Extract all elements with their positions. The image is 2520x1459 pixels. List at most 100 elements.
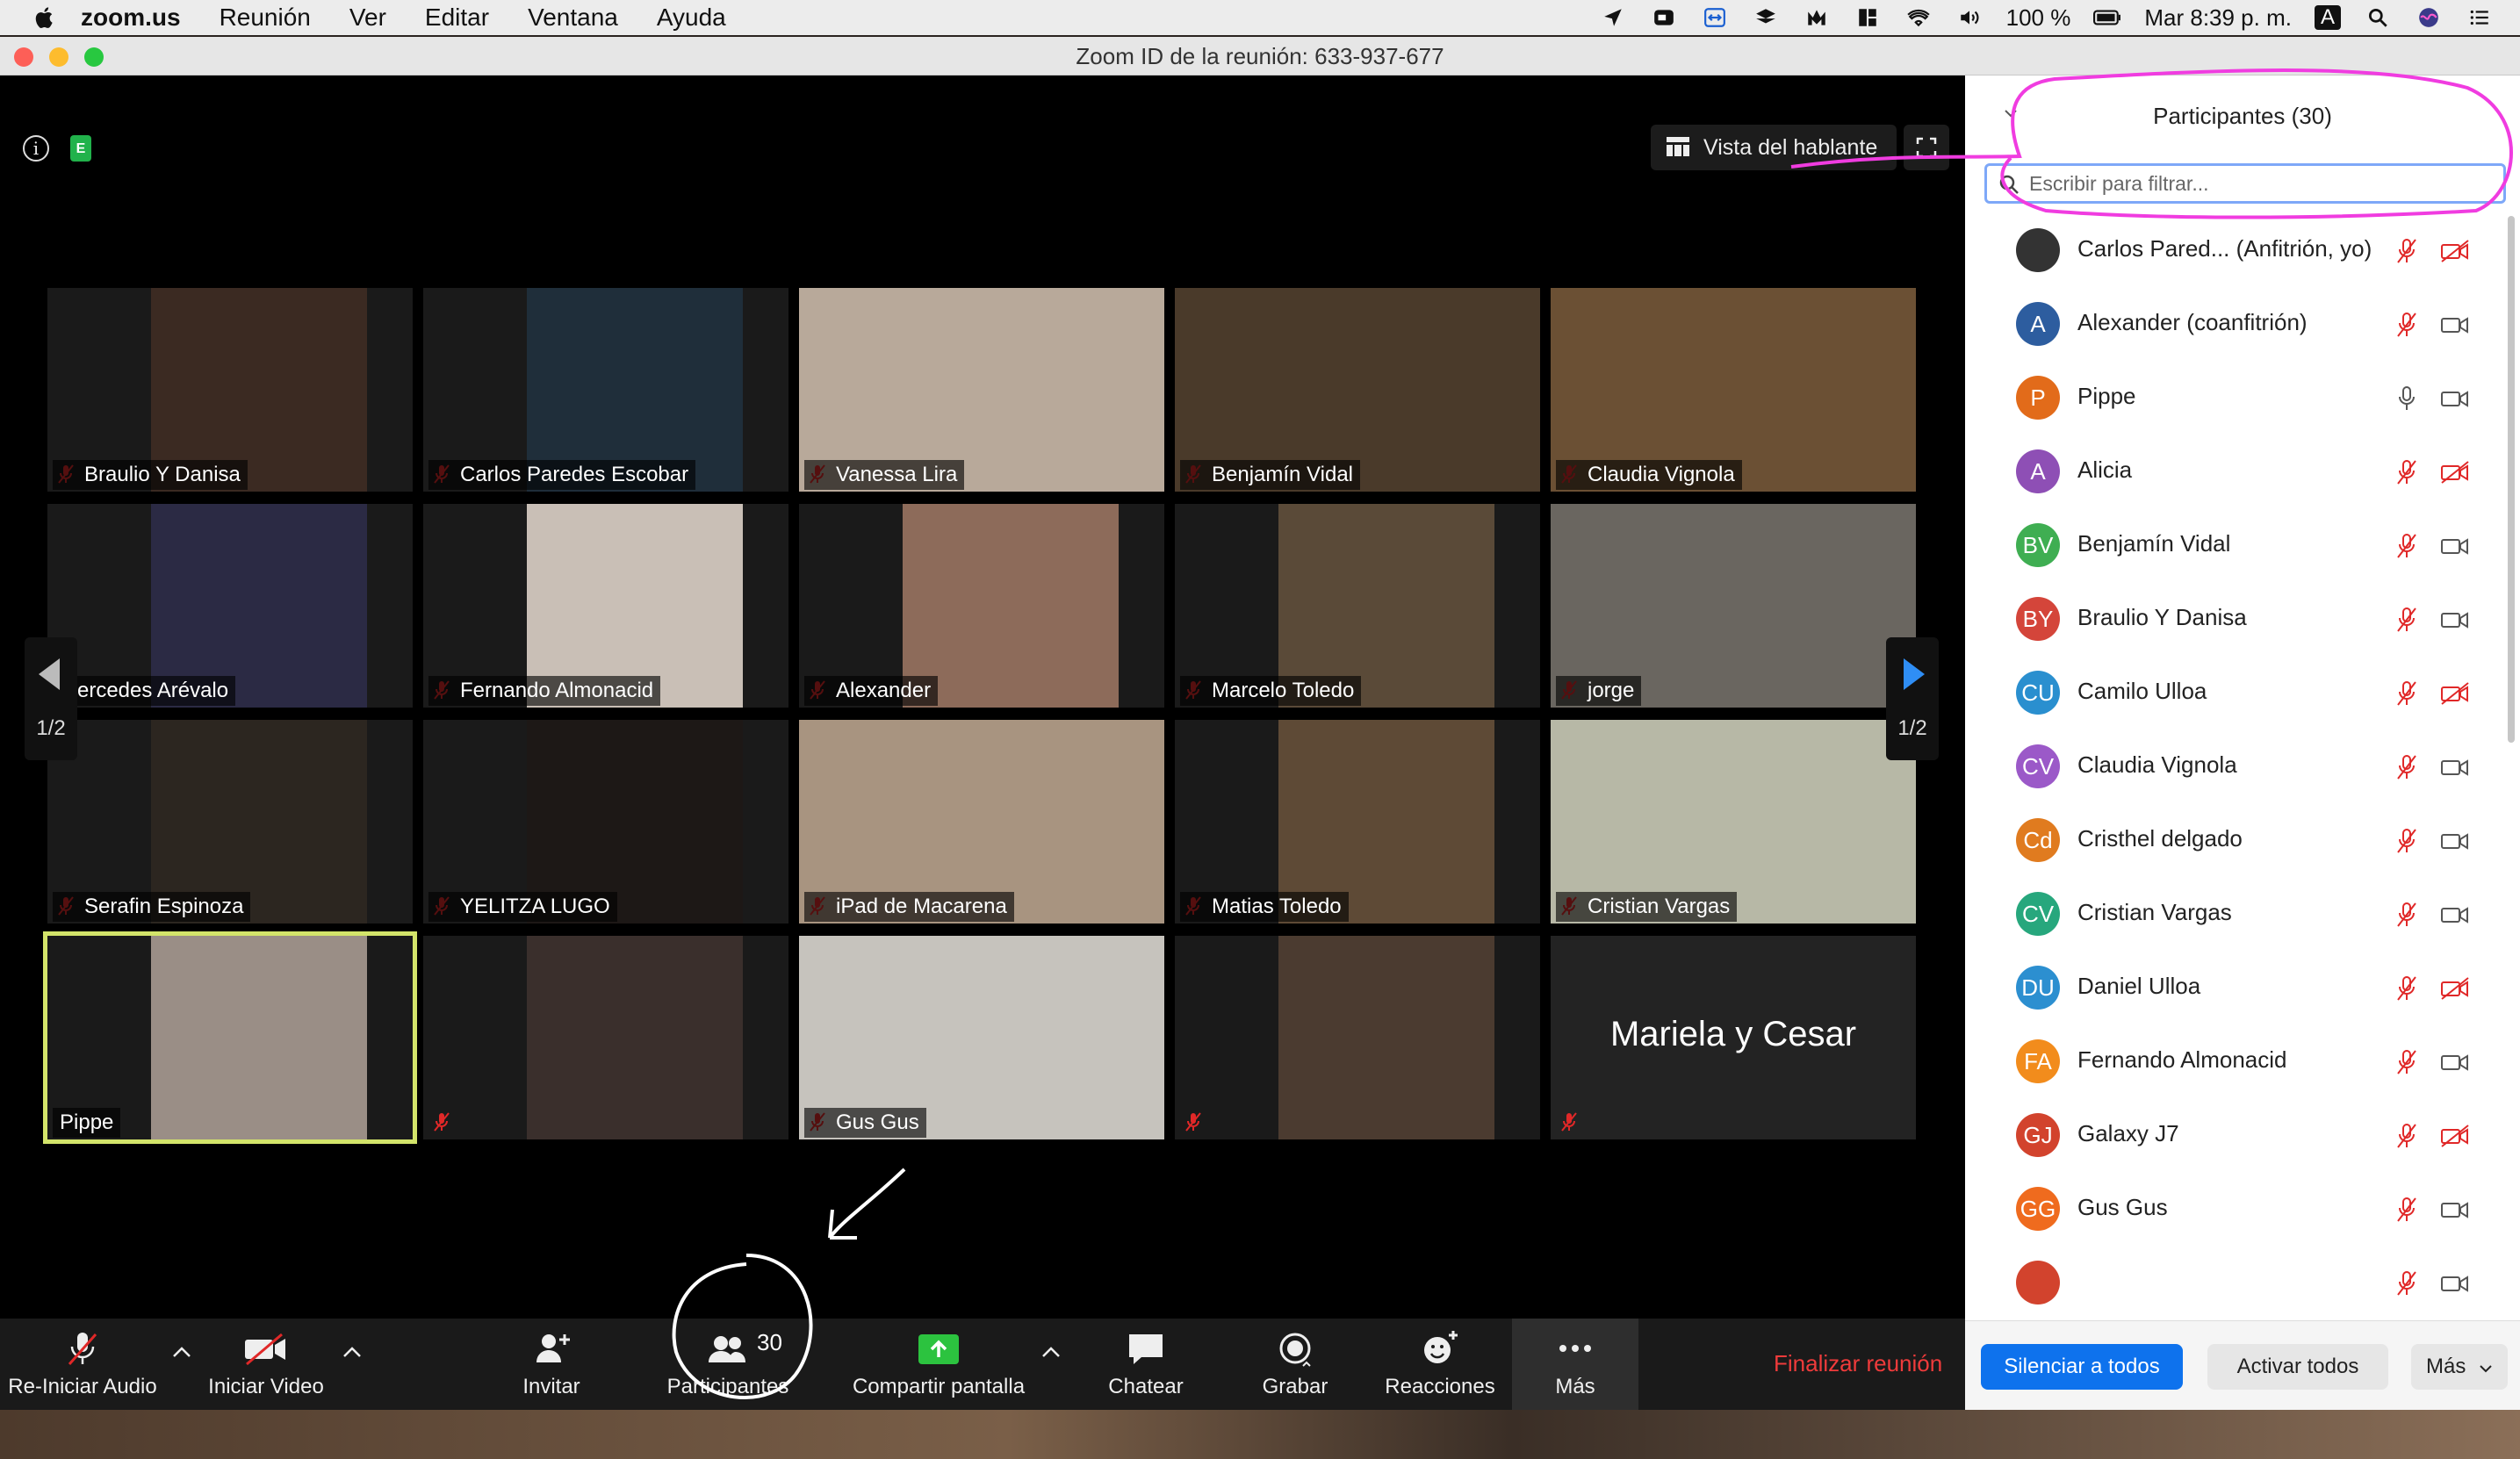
zoom-status-icon[interactable] (1650, 6, 1678, 29)
video-tile[interactable]: Pippe (43, 931, 417, 1144)
video-tile[interactable]: jorge (1551, 504, 1916, 708)
encryption-lock-icon[interactable]: E (70, 135, 91, 162)
meeting-info-icon[interactable]: i (23, 135, 49, 162)
participant-row[interactable]: Cd Cristhel delgado (1965, 802, 2520, 876)
video-options-chevron-icon[interactable] (341, 1343, 364, 1361)
participant-row[interactable]: BV Benjamín Vidal (1965, 507, 2520, 581)
participant-row[interactable]: FA Fernando Almonacid (1965, 1024, 2520, 1097)
fullscreen-button[interactable] (1904, 125, 1949, 170)
mic-muted-icon[interactable] (2394, 606, 2420, 634)
mic-muted-icon[interactable] (2394, 753, 2420, 781)
input-source-badge[interactable]: A (2314, 5, 2341, 30)
participant-row[interactable] (1965, 1245, 2520, 1319)
next-page-button[interactable]: 1/2 (1886, 637, 1939, 760)
mic-muted-icon[interactable] (2394, 1122, 2420, 1150)
menu-ver[interactable]: Ver (349, 4, 386, 32)
share-options-chevron-icon[interactable] (1040, 1343, 1062, 1361)
participant-row[interactable]: Carlos Pared... (Anfitrión, yo) (1965, 212, 2520, 286)
participant-row[interactable]: CV Claudia Vignola (1965, 729, 2520, 802)
video-tile[interactable]: Mercedes Arévalo (47, 504, 413, 708)
menu-app-name[interactable]: zoom.us (81, 4, 181, 32)
mic-muted-icon[interactable] (2394, 974, 2420, 1003)
stack-icon[interactable] (1752, 6, 1780, 29)
participant-row[interactable]: A Alexander (coanfitrión) (1965, 286, 2520, 360)
video-tile[interactable]: Marcelo Toledo (1175, 504, 1540, 708)
camera-off-icon[interactable] (2439, 976, 2471, 1001)
video-tile[interactable]: Alexander (799, 504, 1164, 708)
camera-icon[interactable] (2439, 902, 2471, 927)
video-tile[interactable] (423, 936, 788, 1139)
video-tile[interactable]: Matias Toledo (1175, 720, 1540, 924)
malwarebytes-icon[interactable] (1803, 6, 1831, 29)
chat-button[interactable]: Chatear (1098, 1329, 1194, 1408)
mic-muted-icon[interactable] (2394, 1196, 2420, 1224)
reactions-button[interactable]: Reacciones (1379, 1329, 1501, 1408)
menu-editar[interactable]: Editar (425, 4, 489, 32)
audio-button[interactable]: Re-Iniciar Audio (4, 1329, 162, 1408)
end-meeting-button[interactable]: Finalizar reunión (1774, 1350, 1942, 1377)
mic-muted-icon[interactable] (2394, 237, 2420, 265)
video-tile[interactable]: Benjamín Vidal (1175, 288, 1540, 492)
mic-muted-icon[interactable] (2394, 679, 2420, 708)
mic-muted-icon[interactable] (2394, 532, 2420, 560)
camera-off-icon[interactable] (2439, 460, 2471, 485)
unmute-all-button[interactable]: Activar todos (2207, 1344, 2388, 1390)
participant-row[interactable]: A Alicia (1965, 434, 2520, 507)
video-tile[interactable]: Mariela y Cesar (1551, 936, 1916, 1139)
participant-row[interactable]: BY Braulio Y Danisa (1965, 581, 2520, 655)
mic-muted-icon[interactable] (2394, 827, 2420, 855)
camera-icon[interactable] (2439, 829, 2471, 853)
minimize-window-button[interactable] (49, 47, 68, 67)
audio-options-chevron-icon[interactable] (170, 1343, 193, 1361)
participant-row[interactable]: GJ Galaxy J7 (1965, 1097, 2520, 1171)
mic-muted-icon[interactable] (2394, 458, 2420, 486)
participant-filter-input[interactable]: Escribir para filtrar... (1984, 163, 2506, 204)
participant-row[interactable]: CU Camilo Ulloa (1965, 655, 2520, 729)
menubar-clock[interactable]: Mar 8:39 p. m. (2144, 4, 2292, 32)
video-tile[interactable]: Vanessa Lira (799, 288, 1164, 492)
mic-muted-icon[interactable] (2394, 901, 2420, 929)
menu-reunion[interactable]: Reunión (220, 4, 311, 32)
video-tile[interactable]: Fernando Almonacid (423, 504, 788, 708)
collapse-chevron-icon[interactable] (2004, 109, 2018, 118)
camera-off-icon[interactable] (2439, 681, 2471, 706)
siri-icon[interactable] (2415, 6, 2443, 29)
share-screen-button[interactable]: Compartir pantalla (846, 1329, 1031, 1408)
mic-muted-icon[interactable] (2394, 1048, 2420, 1076)
camera-icon[interactable] (2439, 1197, 2471, 1222)
speaker-view-button[interactable]: Vista del hablante (1651, 125, 1897, 170)
zoom-window-button[interactable] (84, 47, 104, 67)
record-button[interactable]: Grabar (1247, 1329, 1343, 1408)
notification-center-icon[interactable] (2466, 6, 2494, 29)
video-tile[interactable]: Cristian Vargas (1551, 720, 1916, 924)
mic-icon[interactable] (2394, 385, 2420, 413)
location-icon[interactable] (1599, 6, 1627, 29)
camera-icon[interactable] (2439, 755, 2471, 780)
video-tile[interactable]: iPad de Macarena (799, 720, 1164, 924)
video-tile[interactable]: Serafin Espinoza (47, 720, 413, 924)
video-tile[interactable]: Braulio Y Danisa (47, 288, 413, 492)
menu-ventana[interactable]: Ventana (528, 4, 618, 32)
camera-icon[interactable] (2439, 607, 2471, 632)
spotlight-search-icon[interactable] (2364, 6, 2392, 29)
video-button[interactable]: Iniciar Video (207, 1329, 325, 1408)
participant-row[interactable]: GG Gus Gus (1965, 1171, 2520, 1245)
menu-ayuda[interactable]: Ayuda (657, 4, 726, 32)
camera-off-icon[interactable] (2439, 239, 2471, 263)
apple-icon[interactable] (32, 4, 58, 31)
video-tile[interactable] (1175, 936, 1540, 1139)
volume-icon[interactable] (1955, 6, 1984, 29)
video-tile[interactable]: Carlos Paredes Escobar (423, 288, 788, 492)
camera-icon[interactable] (2439, 386, 2471, 411)
mic-muted-icon[interactable] (2394, 1269, 2420, 1297)
close-window-button[interactable] (14, 47, 33, 67)
participants-scrollbar[interactable] (2508, 216, 2515, 743)
video-tile[interactable]: Claudia Vignola (1551, 288, 1916, 492)
camera-icon[interactable] (2439, 313, 2471, 337)
video-tile[interactable]: Gus Gus (799, 936, 1164, 1139)
teamviewer-icon[interactable] (1701, 6, 1729, 29)
participant-row[interactable]: DU Daniel Ulloa (1965, 950, 2520, 1024)
video-tile[interactable]: YELITZA LUGO (423, 720, 788, 924)
participant-row[interactable]: P Pippe (1965, 360, 2520, 434)
invite-button[interactable]: Invitar (508, 1329, 595, 1408)
